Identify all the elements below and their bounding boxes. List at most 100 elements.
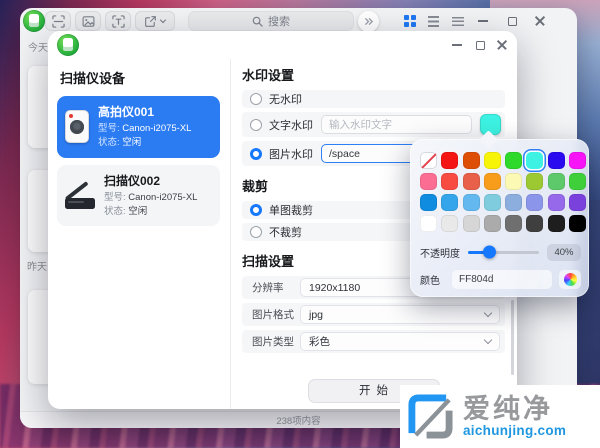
swatch[interactable] (463, 215, 480, 232)
swatch[interactable] (526, 152, 543, 169)
send-button[interactable] (358, 11, 379, 32)
swatch[interactable] (548, 152, 565, 169)
option-label: 文字水印 (269, 117, 313, 133)
menu-icon[interactable] (452, 17, 464, 26)
chevron-down-icon (159, 17, 167, 25)
swatch[interactable] (526, 215, 543, 232)
search-input[interactable]: 搜索 (188, 11, 354, 31)
share-export-icon (144, 15, 157, 28)
close-button[interactable] (532, 13, 548, 29)
dialog-close-button[interactable] (494, 37, 510, 53)
list-view-icon[interactable] (428, 16, 439, 27)
chevron-down-icon (484, 336, 492, 344)
site-watermark: 爱纯净 aichunjing.com (400, 385, 600, 448)
option-label: 不裁剪 (269, 224, 302, 240)
radio-off-icon[interactable] (250, 226, 262, 238)
device-item-flatbed-scanner[interactable]: 扫描仪002 型号: Canon-i2075-XL 状态: 空闲 (57, 165, 220, 227)
image-type-field: 图片类型 彩色 (242, 330, 505, 353)
device-name: 高拍仪001 (98, 103, 191, 120)
close-icon (535, 16, 545, 26)
ocr-text-icon (112, 15, 125, 28)
image-format-field: 图片格式 jpg (242, 303, 505, 326)
swatch[interactable] (548, 215, 565, 232)
image-button[interactable] (75, 11, 101, 31)
image-icon (82, 15, 95, 28)
swatch[interactable] (569, 194, 586, 211)
text-recognition-button[interactable] (105, 11, 131, 31)
dialog-scrollbar[interactable] (511, 300, 514, 375)
swatch[interactable] (569, 152, 586, 169)
select-value: 彩色 (309, 334, 330, 349)
swatch[interactable] (441, 152, 458, 169)
swatch[interactable] (569, 215, 586, 232)
color-value-row: 颜色 (420, 269, 581, 289)
minimize-button[interactable] (475, 13, 491, 29)
watermark-none-option[interactable]: 无水印 (242, 90, 505, 108)
swatch[interactable] (420, 194, 437, 211)
option-label: 单图裁剪 (269, 202, 313, 218)
swatch[interactable] (420, 215, 437, 232)
watermark-section-title: 水印设置 (242, 65, 505, 84)
swatch[interactable] (548, 194, 565, 211)
site-url: aichunjing.com (463, 423, 566, 438)
swatch-transparent[interactable] (420, 152, 437, 169)
radio-on-icon[interactable] (250, 148, 262, 160)
opacity-label: 不透明度 (420, 245, 468, 260)
swatch[interactable] (505, 152, 522, 169)
swatch[interactable] (526, 194, 543, 211)
search-placeholder: 搜索 (268, 13, 290, 29)
color-label: 颜色 (420, 272, 452, 287)
swatch[interactable] (420, 173, 437, 190)
swatch[interactable] (505, 194, 522, 211)
watermark-text-option[interactable]: 文字水印 (242, 112, 505, 137)
radio-off-icon[interactable] (250, 119, 262, 131)
device-model: 型号: Canon-i2075-XL (98, 122, 191, 136)
scan-capture-button[interactable] (45, 11, 71, 31)
device-item-doc-camera[interactable]: 高拍仪001 型号: Canon-i2075-XL 状态: 空闲 (57, 96, 220, 158)
swatch[interactable] (505, 215, 522, 232)
radio-on-icon[interactable] (250, 204, 262, 216)
site-name: 爱纯净 (463, 395, 566, 423)
device-panel: 扫描仪设备 高拍仪001 型号: Canon-i2075-XL 状态: 空闲 扫… (48, 59, 231, 409)
device-status: 状态: 空闲 (98, 136, 191, 150)
swatch[interactable] (441, 173, 458, 190)
swatch[interactable] (463, 152, 480, 169)
opacity-value: 40% (547, 244, 581, 261)
radio-off-icon[interactable] (250, 93, 262, 105)
swatch[interactable] (441, 194, 458, 211)
field-label: 图片格式 (252, 307, 300, 322)
image-format-select[interactable]: jpg (300, 305, 500, 324)
swatch[interactable] (441, 215, 458, 232)
color-wheel-button[interactable] (559, 270, 581, 289)
swatch[interactable] (463, 194, 480, 211)
swatch[interactable] (505, 173, 522, 190)
dialog-minimize-button[interactable] (449, 37, 465, 53)
watermark-text-input[interactable] (321, 115, 472, 134)
share-button[interactable] (135, 11, 175, 31)
color-hex-input[interactable] (452, 270, 552, 289)
search-icon (252, 16, 263, 27)
field-label: 分辨率 (252, 280, 300, 295)
grid-view-icon[interactable] (404, 15, 416, 27)
dialog-maximize-button[interactable] (472, 37, 488, 53)
swatch[interactable] (484, 152, 501, 169)
field-label: 图片类型 (252, 334, 300, 349)
scan-frame-icon (52, 15, 65, 28)
swatch[interactable] (484, 173, 501, 190)
swatch[interactable] (569, 173, 586, 190)
swatch[interactable] (463, 173, 480, 190)
opacity-slider-handle[interactable] (483, 246, 496, 259)
chevron-down-icon (484, 309, 492, 317)
device-status: 状态: 空闲 (104, 205, 197, 219)
maximize-icon (476, 41, 485, 50)
minimize-icon (478, 20, 488, 22)
swatch[interactable] (526, 173, 543, 190)
image-type-select[interactable]: 彩色 (300, 332, 500, 351)
maximize-button[interactable] (504, 13, 520, 29)
swatch[interactable] (484, 215, 501, 232)
site-logo-icon (407, 393, 454, 440)
swatch[interactable] (484, 194, 501, 211)
swatch[interactable] (548, 173, 565, 190)
opacity-slider[interactable] (468, 251, 539, 254)
swatch-grid (420, 152, 586, 232)
